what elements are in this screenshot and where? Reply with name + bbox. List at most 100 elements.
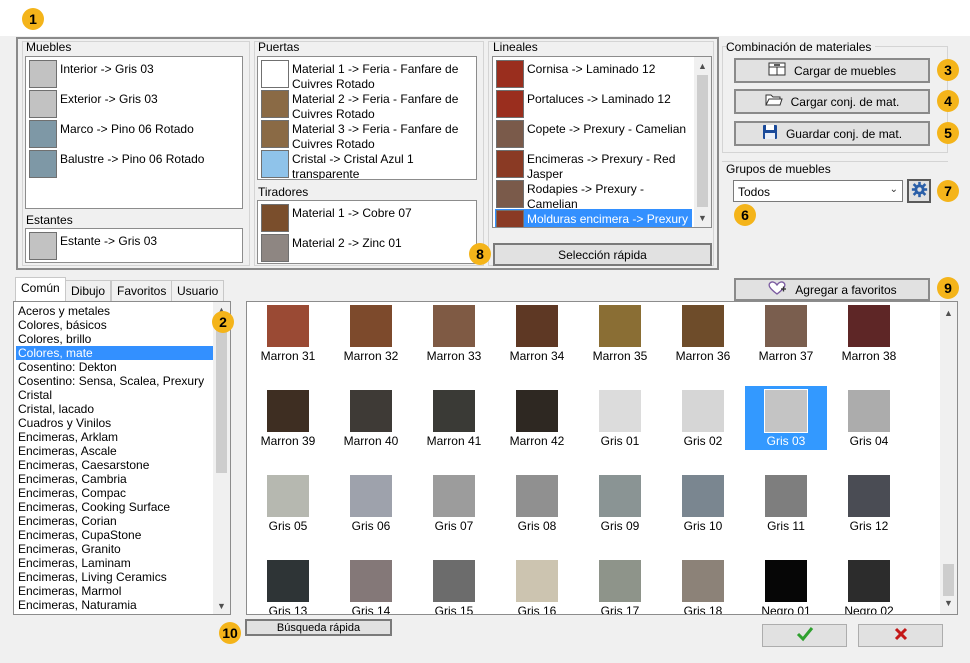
category-item[interactable]: Encimeras, Arklam [16,430,213,444]
puertas-item[interactable]: Material 1 -> Feria - Fanfare de Cuivres… [260,59,474,91]
lineales-item[interactable]: Encimeras -> Prexury - Red Jasper [495,149,692,181]
puertas-item[interactable]: Cristal -> Cristal Azul 1 transparente [260,149,474,179]
material-swatch[interactable]: Marron 35 [579,302,661,365]
material-swatch[interactable]: Gris 13 [247,556,329,614]
scroll-down-icon[interactable]: ▼ [213,599,230,613]
category-list[interactable]: ▲ ▼ Aceros y metales Colores, básicos Colo… [13,301,231,615]
category-item[interactable]: Encimeras, CupaStone [16,528,213,542]
material-swatch[interactable]: Negro 02 [828,556,910,614]
guardar-conj-button[interactable]: Guardar conj. de mat. [734,121,930,146]
category-item[interactable]: Encimeras, Marmol [16,584,213,598]
agregar-favoritos-button[interactable]: Agregar a favoritos [734,278,930,301]
estantes-list[interactable]: Estante -> Gris 03 [25,228,243,263]
lineales-item[interactable]: Rodapies -> Prexury - Camelian [495,179,692,211]
lineales-item[interactable]: Copete -> Prexury - Camelian [495,119,692,149]
category-item[interactable]: Encimeras, Granito [16,542,213,556]
category-item[interactable]: Colores, básicos [16,318,213,332]
material-swatch[interactable]: Gris 16 [496,556,578,614]
category-item[interactable]: Cristal, lacado [16,402,213,416]
category-item[interactable]: Encimeras, Naturamia [16,598,213,612]
category-item[interactable]: Encimeras, Compac [16,486,213,500]
material-swatch[interactable]: Gris 08 [496,471,578,535]
scroll-thumb[interactable] [943,564,954,596]
category-item[interactable]: Cosentino: Dekton [16,360,213,374]
cargar-muebles-button[interactable]: Cargar de muebles [734,58,930,83]
category-item[interactable]: Cristal [16,388,213,402]
material-swatch[interactable]: Gris 04 [828,386,910,450]
material-swatch[interactable]: Marron 33 [413,302,495,365]
category-scrollbar[interactable]: ▲ ▼ [213,302,230,614]
tab-favoritos[interactable]: Favoritos [111,280,173,301]
muebles-item[interactable]: Interior -> Gris 03 [28,59,240,89]
tiradores-item[interactable]: Material 2 -> Zinc 01 [260,233,474,263]
lineales-list[interactable]: ▲ ▼ Cornisa -> Laminado 12 Portaluces -> … [492,56,712,228]
scroll-up-icon[interactable]: ▲ [940,306,957,320]
grupos-settings-button[interactable] [907,179,931,203]
scroll-thumb[interactable] [216,318,227,473]
material-swatch[interactable]: Gris 01 [579,386,661,450]
muebles-item[interactable]: Exterior -> Gris 03 [28,89,240,119]
category-item[interactable]: Encimeras, Cooking Surface [16,500,213,514]
material-swatch[interactable]: Marron 36 [662,302,744,365]
tab-usuario[interactable]: Usuario [171,280,225,301]
scroll-up-icon[interactable]: ▲ [694,59,711,73]
material-swatch[interactable]: Marron 40 [330,386,412,450]
material-swatch[interactable]: Marron 39 [247,386,329,450]
material-swatch[interactable]: Gris 07 [413,471,495,535]
grupos-select[interactable]: Todos ⌄ [733,180,903,202]
category-item[interactable]: Cosentino: Sensa, Scalea, Prexury [16,374,213,388]
tab-comun[interactable]: Común [15,277,66,301]
category-item[interactable]: Encimeras, Caesarstone [16,458,213,472]
lineales-item[interactable]: Portaluces -> Laminado 12 [495,89,692,119]
material-swatch[interactable]: Gris 15 [413,556,495,614]
ok-button[interactable] [762,624,847,647]
seleccion-rapida-button[interactable]: Selección rápida [493,243,712,266]
material-swatch[interactable]: Gris 03 [745,386,827,450]
muebles-item[interactable]: Marco -> Pino 06 Rotado [28,119,240,149]
material-swatch[interactable]: Gris 02 [662,386,744,450]
material-swatch[interactable]: Marron 37 [745,302,827,365]
material-swatch[interactable]: Gris 09 [579,471,661,535]
scroll-down-icon[interactable]: ▼ [940,596,957,610]
lineales-item[interactable]: Molduras encimera -> Prexury - Red J [495,209,692,227]
puertas-item[interactable]: Material 3 -> Feria - Fanfare de Cuivres… [260,119,474,151]
lineales-item[interactable]: Cornisa -> Laminado 12 [495,59,692,89]
estantes-item[interactable]: Estante -> Gris 03 [28,231,240,261]
category-item[interactable]: Aceros y metales [16,304,213,318]
muebles-list[interactable]: Interior -> Gris 03 Exterior -> Gris 03 Ma… [25,56,243,209]
material-swatch[interactable]: Marron 38 [828,302,910,365]
tiradores-item[interactable]: Material 1 -> Cobre 07 [260,203,474,233]
material-swatch[interactable]: Marron 34 [496,302,578,365]
material-swatch[interactable]: Gris 11 [745,471,827,535]
busqueda-rapida-button[interactable]: Búsqueda rápida [245,619,392,636]
material-swatch[interactable]: Gris 06 [330,471,412,535]
material-swatch[interactable]: Marron 41 [413,386,495,450]
category-item[interactable]: Colores, mate [16,346,213,360]
material-swatch[interactable]: Gris 10 [662,471,744,535]
category-item[interactable]: Encimeras, Cambria [16,472,213,486]
category-item[interactable]: Colores, brillo [16,332,213,346]
material-swatch[interactable]: Gris 12 [828,471,910,535]
lineales-scrollbar[interactable]: ▲ ▼ [694,57,711,227]
scroll-down-icon[interactable]: ▼ [694,211,711,225]
category-item[interactable]: Cuadros y Vinilos [16,416,213,430]
material-swatch[interactable]: Marron 32 [330,302,412,365]
swatch-grid[interactable]: ▲ ▼ Marron 31 Marron 32 Marron 33 Marron 34… [246,301,958,615]
puertas-list[interactable]: Material 1 -> Feria - Fanfare de Cuivres… [257,56,477,180]
tab-dibujo[interactable]: Dibujo [65,280,112,301]
muebles-item[interactable]: Balustre -> Pino 06 Rotado [28,149,240,179]
cancel-button[interactable] [858,624,943,647]
material-swatch[interactable]: Marron 42 [496,386,578,450]
category-item[interactable]: Encimeras, Corian [16,514,213,528]
puertas-item[interactable]: Material 2 -> Feria - Fanfare de Cuivres… [260,89,474,121]
scroll-thumb[interactable] [697,75,708,207]
tiradores-list[interactable]: Material 1 -> Cobre 07 Material 2 -> Zinc… [257,200,477,264]
category-item[interactable]: Encimeras, Ascale [16,444,213,458]
material-swatch[interactable]: Gris 18 [662,556,744,614]
material-swatch[interactable]: Gris 17 [579,556,661,614]
material-swatch[interactable]: Gris 14 [330,556,412,614]
material-swatch[interactable]: Marron 31 [247,302,329,365]
material-swatch[interactable]: Gris 05 [247,471,329,535]
grid-scrollbar[interactable]: ▲ ▼ [940,302,957,614]
category-item[interactable]: Encimeras, Laminam [16,556,213,570]
